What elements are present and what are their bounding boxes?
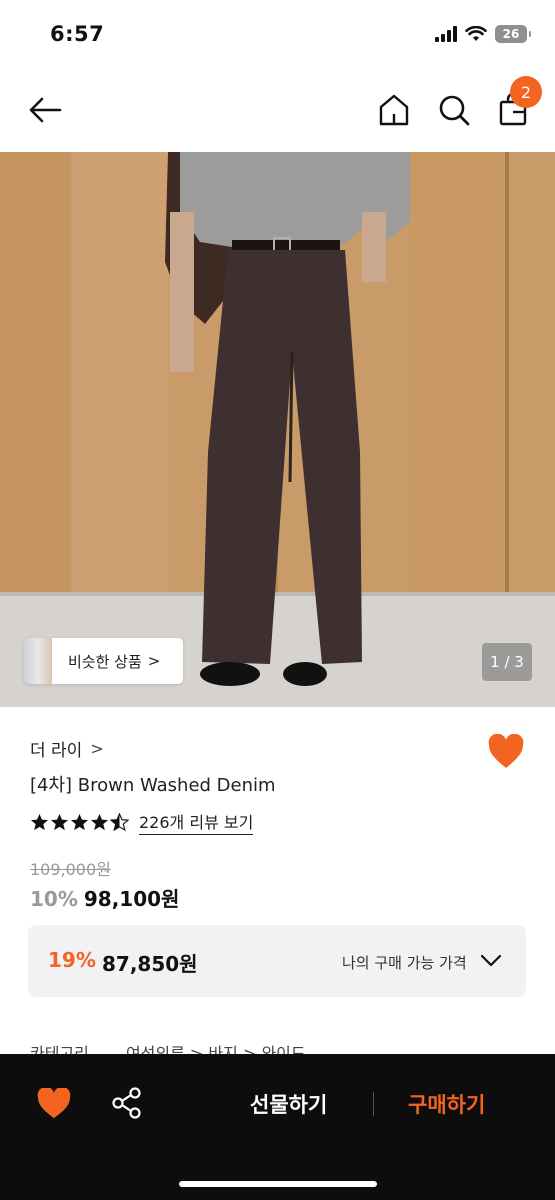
similar-product-thumbnail (24, 638, 52, 684)
battery-icon: 26 (495, 25, 531, 43)
cart-count-badge: 2 (510, 76, 542, 108)
divider (373, 1092, 374, 1116)
similar-products-button[interactable]: 비슷한 상품 > (24, 638, 183, 684)
star-icon (70, 813, 89, 830)
status-icons: 26 (435, 25, 531, 43)
home-icon[interactable] (376, 92, 412, 128)
similar-products-label: 비슷한 상품 (68, 652, 142, 671)
review-link[interactable]: 226개 리뷰 보기 (139, 809, 254, 835)
discount-rate: 10% (30, 887, 78, 911)
member-price-box[interactable]: 19% 87,850원 나의 구매 가능 가격 (28, 925, 526, 997)
product-name: [4차] Brown Washed Denim (30, 775, 276, 796)
heart-icon[interactable] (487, 734, 525, 770)
status-bar: 6:57 26 (0, 0, 555, 70)
original-price: 109,000원 (30, 860, 111, 879)
chevron-down-icon[interactable] (480, 953, 502, 969)
member-price-label: 나의 구매 가능 가격 (342, 954, 467, 972)
star-rating (30, 812, 129, 832)
back-arrow-icon[interactable] (26, 92, 66, 128)
star-icon (50, 813, 69, 830)
search-icon[interactable] (436, 92, 472, 128)
sale-price: 98,100원 (83, 887, 180, 911)
price-row: 10% 98,100원 (30, 883, 179, 912)
star-icon (30, 813, 49, 830)
brand-name: 더 라이 (30, 741, 83, 761)
rating-row: 226개 리뷰 보기 (30, 809, 254, 835)
chevron-right-icon: > (147, 652, 161, 670)
gift-button[interactable]: 선물하기 (250, 1089, 327, 1119)
signal-icon (435, 26, 457, 42)
chevron-right-icon: > (90, 739, 104, 758)
home-indicator (179, 1181, 377, 1187)
product-image[interactable]: 비슷한 상품 > 1 / 3 (0, 152, 555, 707)
member-price: 87,850원 (102, 952, 198, 976)
half-star-icon (110, 812, 129, 831)
nav-bar: 2 (0, 70, 555, 152)
star-icon (90, 813, 109, 830)
heart-icon[interactable] (36, 1088, 72, 1120)
buy-button[interactable]: 구매하기 (408, 1089, 485, 1119)
brand-link[interactable]: 더 라이 > (30, 736, 104, 761)
share-icon[interactable] (110, 1086, 144, 1120)
bottom-action-bar: 선물하기 구매하기 (0, 1054, 555, 1200)
product-photo (0, 152, 555, 707)
member-discount-rate: 19% (48, 948, 96, 972)
status-time: 6:57 (50, 22, 105, 46)
wifi-icon (465, 26, 487, 41)
image-page-indicator: 1 / 3 (482, 643, 532, 681)
